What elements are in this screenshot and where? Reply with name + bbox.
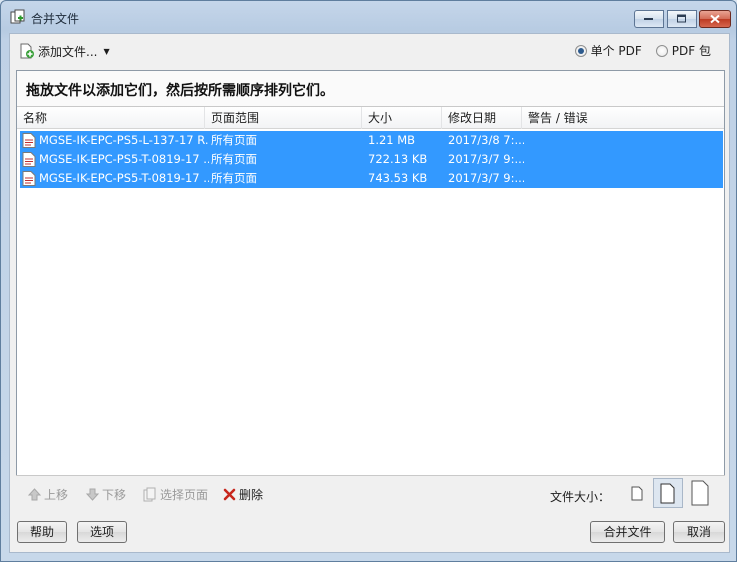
combine-app-icon bbox=[10, 9, 25, 24]
add-file-label: 添加文件... bbox=[38, 44, 98, 59]
cell-warning bbox=[528, 131, 718, 150]
move-up-button[interactable]: 上移 bbox=[28, 486, 68, 503]
dialog-client-area: 添加文件... ▼ 单个 PDF PDF 包 拖放文件以添加它们，然后按所需顺序… bbox=[9, 33, 730, 553]
radio-unselected-icon bbox=[655, 44, 668, 57]
help-button[interactable]: 帮助 bbox=[17, 521, 67, 543]
cell-size: 743.53 KB bbox=[368, 171, 428, 185]
cell-range: 所有页面 bbox=[211, 171, 257, 185]
table-row[interactable]: MGSE-IK-EPC-PS5-T-0819-17 ... 所有页面 722.1… bbox=[20, 150, 723, 169]
file-size-large-option[interactable] bbox=[686, 478, 716, 508]
cell-name: MGSE-IK-EPC-PS5-L-137-17 R... bbox=[39, 133, 209, 147]
delete-button[interactable]: 删除 bbox=[223, 486, 263, 503]
maximize-button[interactable] bbox=[667, 10, 697, 28]
table-row[interactable]: MGSE-IK-EPC-PS5-T-0819-17 ... 所有页面 743.5… bbox=[20, 169, 723, 188]
instruction-text: 拖放文件以添加它们，然后按所需顺序排列它们。 bbox=[17, 71, 724, 107]
combine-files-window: 合并文件 添加文件... ▼ 单个 PDF PDF 包 拖放文件以添加它们，然后… bbox=[0, 0, 737, 562]
move-down-button[interactable]: 下移 bbox=[86, 486, 126, 503]
options-button[interactable]: 选项 bbox=[77, 521, 127, 543]
large-page-icon bbox=[691, 480, 709, 506]
radio-pdf-package-label: PDF 包 bbox=[671, 44, 711, 58]
pdf-file-icon bbox=[22, 152, 36, 167]
close-icon bbox=[710, 14, 720, 24]
radio-selected-icon bbox=[574, 44, 587, 57]
delete-x-icon bbox=[223, 488, 236, 501]
file-size-small-option[interactable] bbox=[622, 478, 652, 508]
cell-warning bbox=[528, 169, 718, 188]
file-size-label: 文件大小： bbox=[550, 490, 611, 504]
choose-pages-button[interactable]: 选择页面 bbox=[143, 486, 208, 503]
cell-name: MGSE-IK-EPC-PS5-T-0819-17 ... bbox=[39, 152, 209, 166]
file-list-panel[interactable]: 拖放文件以添加它们，然后按所需顺序排列它们。 名称 页面范围 大小 修改日期 警… bbox=[16, 70, 725, 511]
close-button[interactable] bbox=[699, 10, 731, 28]
minimize-button[interactable] bbox=[634, 10, 664, 28]
small-page-icon bbox=[631, 486, 643, 501]
minimize-icon bbox=[644, 18, 653, 20]
add-file-icon bbox=[20, 43, 34, 59]
move-down-label: 下移 bbox=[102, 488, 127, 502]
list-actions-toolbar: 上移 下移 选择页面 删除 文件大小： bbox=[16, 475, 725, 511]
pages-icon bbox=[143, 487, 156, 502]
window-title: 合并文件 bbox=[31, 12, 80, 26]
column-header-range[interactable]: 页面范围 bbox=[205, 107, 362, 129]
medium-page-icon bbox=[660, 483, 675, 504]
cell-name: MGSE-IK-EPC-PS5-T-0819-17 ... bbox=[39, 171, 209, 185]
file-size-medium-option[interactable] bbox=[653, 478, 683, 508]
cell-date: 2017/3/7 9:... bbox=[448, 171, 524, 185]
maximize-icon bbox=[677, 14, 686, 23]
cell-size: 1.21 MB bbox=[368, 133, 416, 147]
pdf-file-icon bbox=[22, 171, 36, 186]
dropdown-arrow-icon: ▼ bbox=[103, 46, 110, 56]
title-bar[interactable]: 合并文件 bbox=[1, 1, 736, 33]
column-header-name[interactable]: 名称 bbox=[17, 107, 205, 129]
radio-single-pdf[interactable]: 单个 PDF bbox=[574, 42, 642, 59]
cancel-button[interactable]: 取消 bbox=[673, 521, 725, 543]
cell-range: 所有页面 bbox=[211, 152, 257, 166]
arrow-down-icon bbox=[86, 488, 99, 501]
arrow-up-icon bbox=[28, 488, 41, 501]
column-header-date[interactable]: 修改日期 bbox=[442, 107, 522, 129]
move-up-label: 上移 bbox=[44, 488, 69, 502]
pdf-file-icon bbox=[22, 133, 36, 148]
radio-pdf-package[interactable]: PDF 包 bbox=[655, 42, 711, 59]
cell-warning bbox=[528, 150, 718, 169]
cell-date: 2017/3/8 7:... bbox=[448, 133, 524, 147]
cell-size: 722.13 KB bbox=[368, 152, 428, 166]
output-type-group: 单个 PDF PDF 包 bbox=[574, 42, 711, 59]
cell-range: 所有页面 bbox=[211, 133, 257, 147]
column-header-size[interactable]: 大小 bbox=[362, 107, 442, 129]
column-header-warnings[interactable]: 警告 / 错误 bbox=[522, 107, 726, 129]
delete-label: 删除 bbox=[239, 488, 264, 502]
table-header: 名称 页面范围 大小 修改日期 警告 / 错误 bbox=[17, 107, 724, 129]
combine-files-button[interactable]: 合并文件 bbox=[590, 521, 665, 543]
choose-pages-label: 选择页面 bbox=[160, 488, 209, 502]
cell-date: 2017/3/7 9:... bbox=[448, 152, 524, 166]
table-row[interactable]: MGSE-IK-EPC-PS5-L-137-17 R... 所有页面 1.21 … bbox=[20, 131, 723, 150]
add-file-button[interactable]: 添加文件... ▼ bbox=[19, 42, 110, 60]
radio-single-pdf-label: 单个 PDF bbox=[590, 44, 642, 58]
